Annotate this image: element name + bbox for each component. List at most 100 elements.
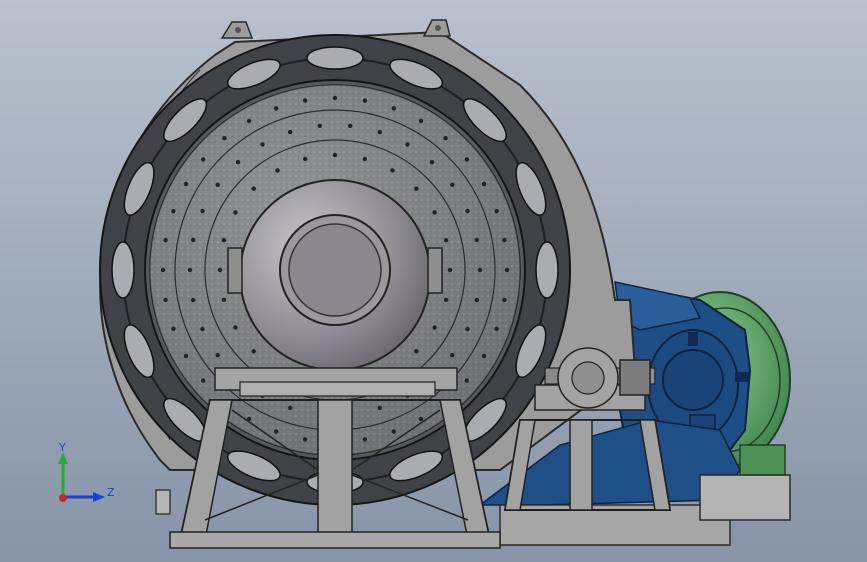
bolt-hole xyxy=(251,349,256,354)
bolt-hole xyxy=(215,353,220,358)
bolt-hole xyxy=(414,186,419,191)
bolt-hole xyxy=(201,378,206,383)
y-axis-label: Y xyxy=(58,441,66,454)
bolt-hole xyxy=(332,95,338,101)
bolt-hole xyxy=(414,349,419,354)
bolt-hole xyxy=(200,326,205,332)
motor-bolt-top xyxy=(688,332,698,346)
trunnion-bore xyxy=(288,223,382,317)
stand-center-post xyxy=(569,419,593,511)
bolt-hole xyxy=(474,297,479,303)
bolt-hole xyxy=(233,325,238,330)
bolt-hole xyxy=(474,237,479,243)
bolt-hole xyxy=(217,267,223,273)
lug-hole-left xyxy=(235,27,241,33)
bolt-hole xyxy=(443,136,448,141)
bolt-hole xyxy=(275,168,280,173)
bolt-hole xyxy=(317,123,322,128)
bolt-hole xyxy=(377,129,382,135)
bolt-hole xyxy=(432,210,437,215)
left-end-plate xyxy=(155,489,171,515)
bolt-hole xyxy=(251,186,256,191)
bolt-hole xyxy=(502,237,507,243)
foundation-ledge-right xyxy=(699,474,791,521)
bolt-hole xyxy=(391,106,396,111)
bolt-hole xyxy=(502,297,507,303)
bolt-hole xyxy=(233,210,238,215)
bolt-hole xyxy=(494,326,499,331)
bolt-hole xyxy=(391,429,396,434)
bolt-hole xyxy=(200,208,205,214)
bolt-hole xyxy=(477,267,483,273)
bolt-hole xyxy=(348,123,353,128)
bolt-hole xyxy=(215,182,220,187)
bolt-hole xyxy=(288,129,293,135)
bolt-hole xyxy=(183,181,189,187)
pedestal-cap xyxy=(239,381,436,397)
bolt-hole xyxy=(362,156,367,162)
bolt-hole xyxy=(481,181,487,187)
bolt-hole xyxy=(171,209,176,214)
bolt-hole xyxy=(163,297,168,303)
bolt-hole xyxy=(465,326,470,332)
bolt-hole xyxy=(302,437,308,442)
bolt-hole xyxy=(288,405,293,411)
bolt-hole xyxy=(405,142,410,147)
bolt-hole xyxy=(183,353,189,359)
bolt-hole xyxy=(450,353,455,358)
bolt-hole xyxy=(274,106,279,111)
bolt-hole xyxy=(481,353,487,359)
x-axis-dot-icon xyxy=(59,494,67,502)
bolt-hole xyxy=(443,238,449,243)
bolt-hole xyxy=(465,208,470,214)
bolt-hole xyxy=(443,297,449,302)
pinion-bearing-cap xyxy=(571,361,605,395)
bolt-hole xyxy=(246,118,252,124)
graphics-viewport[interactable]: Y Z xyxy=(0,0,867,562)
bolt-hole xyxy=(504,267,510,273)
bolt-hole xyxy=(191,297,196,303)
z-axis-label: Z xyxy=(107,486,115,499)
bolt-hole xyxy=(390,168,395,173)
bearing-tab-right xyxy=(427,247,443,294)
bolt-hole xyxy=(464,157,469,162)
lug-hole-right xyxy=(435,25,441,31)
bolt-hole xyxy=(429,160,435,165)
coordinate-triad: Y Z xyxy=(58,441,115,502)
bolt-hole xyxy=(332,152,338,158)
ring-window xyxy=(306,46,364,70)
motor-hub xyxy=(662,349,724,411)
bolt-hole xyxy=(191,237,196,243)
z-axis-arrow-icon xyxy=(93,492,105,502)
bolt-hole xyxy=(222,136,227,141)
bolt-hole xyxy=(362,437,368,442)
bolt-hole xyxy=(187,267,193,273)
bolt-hole xyxy=(235,160,241,165)
bolt-hole xyxy=(377,405,382,411)
main-base-slab xyxy=(169,531,501,549)
bolt-hole xyxy=(171,326,176,331)
bolt-hole xyxy=(418,416,424,422)
bolt-hole xyxy=(221,297,227,302)
ring-window xyxy=(111,241,135,299)
motor-bolt-right xyxy=(735,372,749,382)
bolt-hole xyxy=(274,429,279,434)
bolt-hole xyxy=(303,156,308,162)
bolt-hole xyxy=(432,325,437,330)
bolt-hole xyxy=(201,157,206,162)
bolt-hole xyxy=(494,209,499,214)
frame-center-post xyxy=(317,399,353,541)
bolt-hole xyxy=(163,237,168,243)
ball-mill-3d-model[interactable] xyxy=(0,0,867,562)
bolt-hole xyxy=(221,238,227,243)
bolt-hole xyxy=(160,267,166,273)
bolt-hole xyxy=(260,142,265,147)
fan-base xyxy=(739,444,786,476)
bolt-hole xyxy=(418,118,424,124)
coupling xyxy=(619,359,651,396)
bolt-hole xyxy=(450,182,455,187)
bolt-hole xyxy=(362,98,368,103)
bolt-hole xyxy=(464,378,469,383)
bolt-hole xyxy=(302,98,308,103)
bearing-tab-left xyxy=(227,247,243,294)
